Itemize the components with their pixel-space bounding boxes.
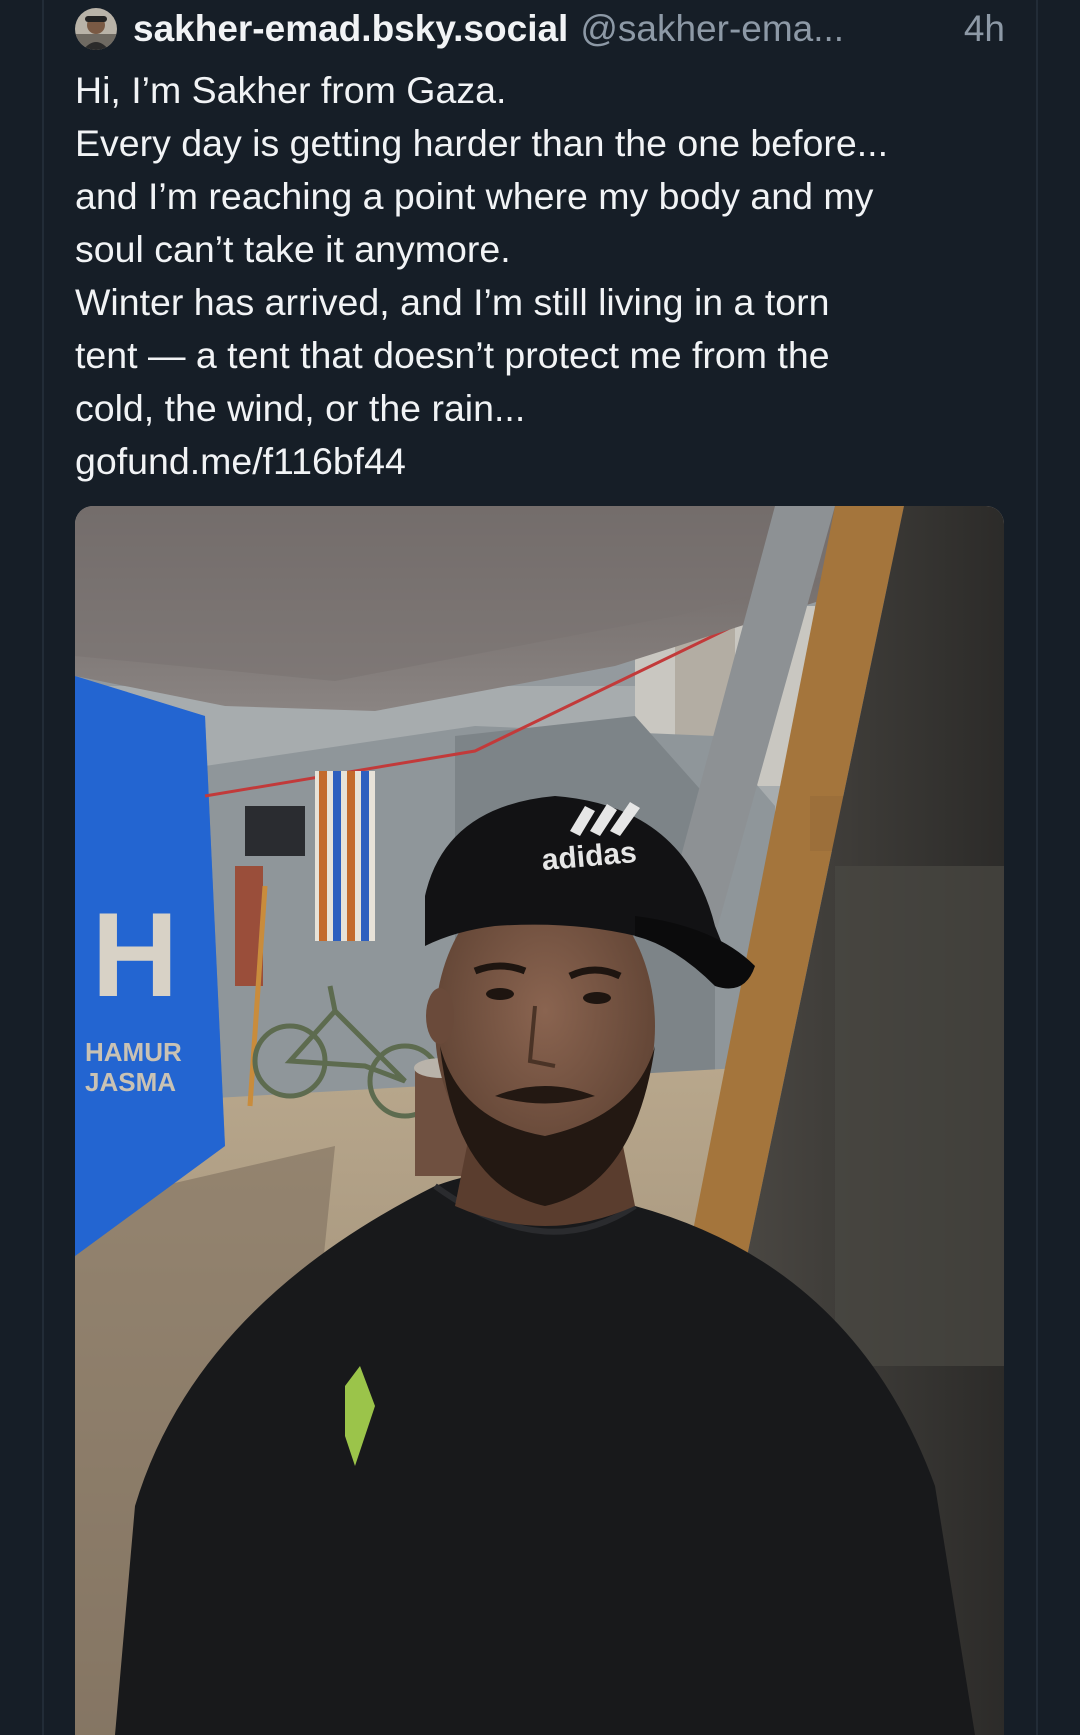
post-text-line: soul can’t take it anymore. (75, 228, 511, 270)
thread-rail-right (1036, 0, 1038, 1735)
avatar[interactable] (75, 8, 117, 50)
author-display-name[interactable]: sakher-emad.bsky.social (133, 8, 568, 50)
post-text-line: Winter has arrived, and I’m still living… (75, 281, 830, 323)
author-handle[interactable]: @sakher-ema... (580, 8, 944, 50)
post-text: Hi, I’m Sakher from Gaza. Every day is g… (75, 64, 1005, 488)
thread-rail-left (42, 0, 44, 1735)
post-header: sakher-emad.bsky.social @sakher-ema... 4… (75, 0, 1005, 58)
tent-sign-line: JASMA (85, 1067, 176, 1097)
selfie-in-tent-photo-icon: H HAMUR JASMA adidas (75, 506, 1004, 1735)
post-text-line: and I’m reaching a point where my body a… (75, 175, 874, 217)
post-image[interactable]: H HAMUR JASMA adidas (75, 506, 1004, 1735)
post-text-line: Hi, I’m Sakher from Gaza. (75, 69, 507, 111)
tent-sign-letter: H (92, 888, 179, 1022)
post-timestamp[interactable]: 4h (964, 8, 1005, 50)
post-text-line: cold, the wind, or the rain... (75, 387, 526, 429)
gofundme-link[interactable]: gofund.me/f116bf44 (75, 435, 1005, 488)
post-text-line: tent — a tent that doesn’t protect me fr… (75, 334, 830, 376)
avatar-photo-icon (75, 8, 117, 50)
post-text-line: Every day is getting harder than the one… (75, 122, 889, 164)
tent-sign-line: HAMUR (85, 1037, 182, 1067)
post[interactable]: sakher-emad.bsky.social @sakher-ema... 4… (75, 0, 1005, 488)
